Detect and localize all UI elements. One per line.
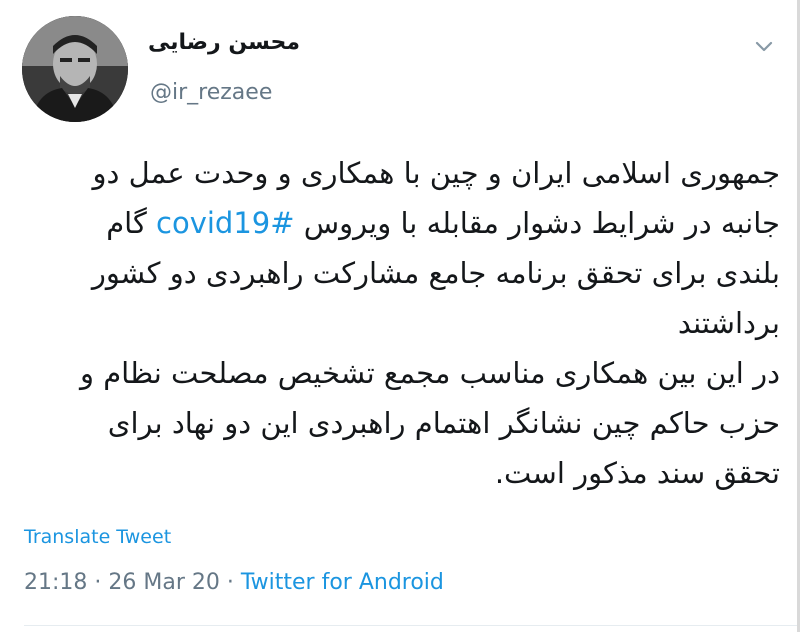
- hashtag-link[interactable]: #covid19: [156, 206, 295, 240]
- tweet-text: جمهوری اسلامی ایران و چین با همکاری و وح…: [40, 148, 780, 498]
- translate-tweet-link[interactable]: Translate Tweet: [24, 526, 171, 548]
- author-handle[interactable]: @ir_rezaee: [150, 80, 272, 105]
- tweet-time[interactable]: 21:18: [24, 570, 87, 595]
- avatar[interactable]: [22, 16, 128, 122]
- chevron-down-icon[interactable]: [752, 34, 776, 58]
- meta-separator: ·: [87, 570, 109, 595]
- tweet-paragraph-2: در این بین همکاری مناسب مجمع تشخیص مصلحت…: [79, 356, 780, 490]
- tweet-meta: 21:18 · 26 Mar 20 · Twitter for Android: [24, 570, 444, 595]
- tweet-paragraph-1: جمهوری اسلامی ایران و چین با همکاری و وح…: [40, 148, 780, 348]
- author-display-name[interactable]: محسن رضایی: [148, 30, 300, 55]
- divider: [24, 625, 800, 626]
- meta-separator: ·: [219, 570, 241, 595]
- tweet-source-link[interactable]: Twitter for Android: [241, 570, 444, 595]
- profile-photo-icon: [22, 16, 128, 122]
- tweet-date[interactable]: 26 Mar 20: [108, 570, 219, 595]
